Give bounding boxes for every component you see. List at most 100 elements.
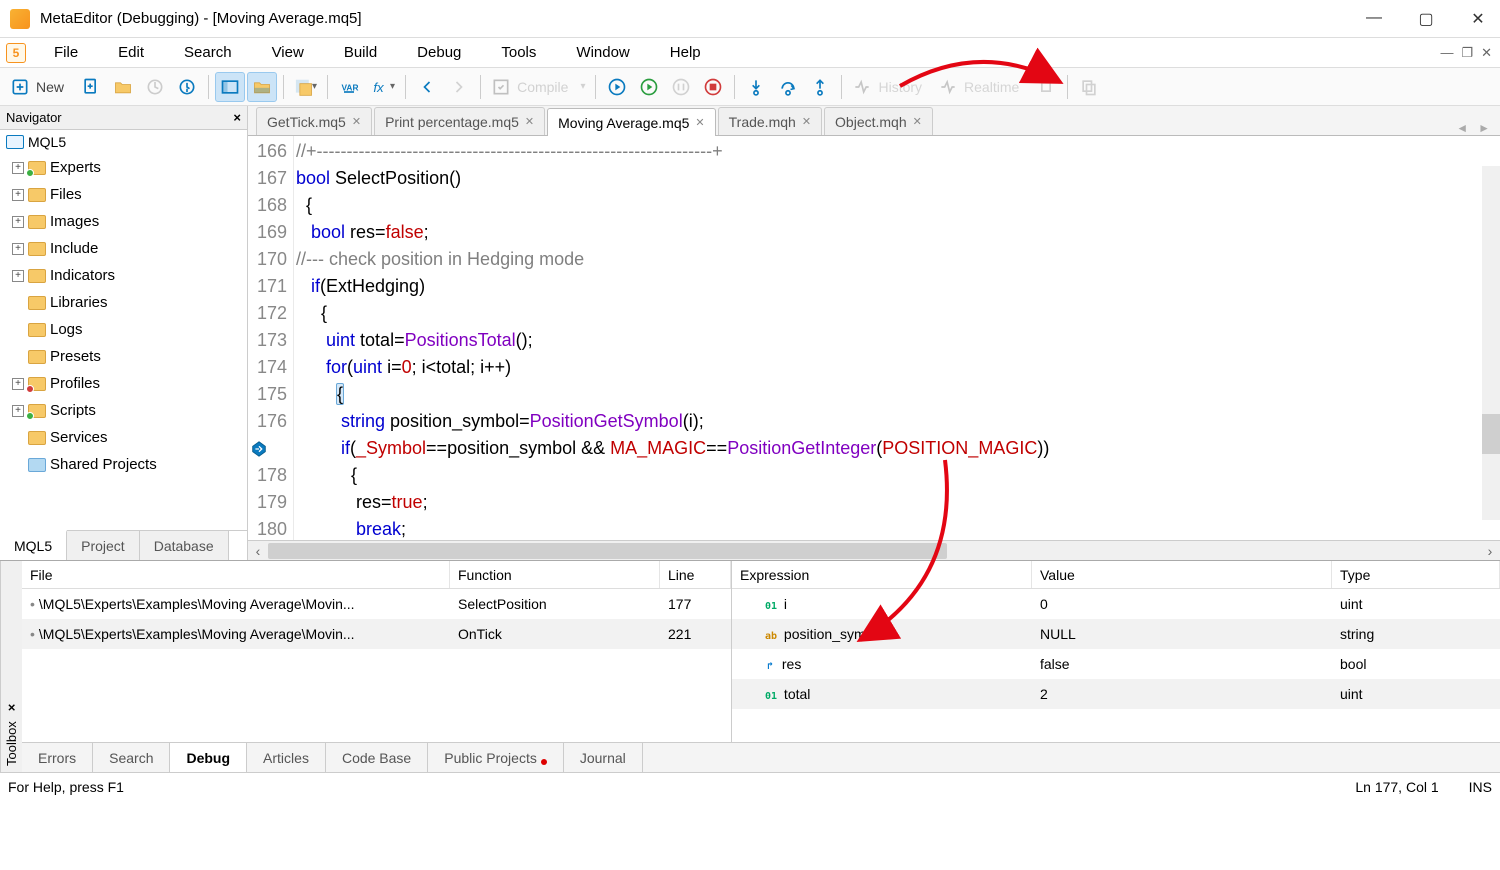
menu-help[interactable]: Help [650,40,721,65]
toolbox-tab-errors[interactable]: Errors [22,743,93,772]
mdi-minimize-button[interactable]: — [1440,45,1453,61]
toolbox-tab-search[interactable]: Search [93,743,170,772]
debug-stop-button[interactable] [698,72,728,102]
line-number[interactable]: 179 [248,489,287,516]
navigator-root[interactable]: MQL5 [0,130,247,154]
toolbox-tab-journal[interactable]: Journal [564,743,643,772]
expand-icon[interactable]: + [12,405,24,417]
open-button[interactable] [108,72,138,102]
watch-row[interactable]: ↱ resfalsebool [732,649,1500,679]
app-menu-icon[interactable]: 5 [6,43,26,63]
nav-tab-mql5[interactable]: MQL5 [0,530,67,560]
line-number[interactable]: 180 [248,516,287,540]
code-line[interactable]: if(_Symbol==position_symbol && MA_MAGIC=… [296,435,1500,462]
editor-tab[interactable]: Object.mqh✕ [824,107,933,135]
col-function[interactable]: Function [450,561,660,588]
line-number[interactable]: 171 [248,273,287,300]
tree-item-libraries[interactable]: Libraries [2,289,247,316]
editor-vertical-scrollbar[interactable] [1482,166,1500,520]
editor-tab[interactable]: Moving Average.mq5✕ [547,108,715,136]
line-gutter[interactable]: 1661671681691701711721731741751761781791… [248,136,294,540]
expand-icon[interactable]: + [12,216,24,228]
menu-view[interactable]: View [252,40,324,65]
callstack-row[interactable]: •\MQL5\Experts\Examples\Moving Average\M… [22,589,731,619]
scroll-left-button[interactable]: ‹ [248,543,268,559]
tabs-scroll-left[interactable]: ◄ [1456,121,1468,135]
tab-close-icon[interactable]: ✕ [802,115,811,128]
close-button[interactable]: ✕ [1466,9,1490,29]
maximize-button[interactable]: ▢ [1414,9,1438,29]
tab-close-icon[interactable]: ✕ [913,115,922,128]
line-number[interactable]: 176 [248,408,287,435]
col-line[interactable]: Line [660,561,731,588]
code-line[interactable]: uint total=PositionsTotal(); [296,327,1500,354]
new-button[interactable]: New [6,72,74,102]
tree-item-experts[interactable]: +Experts [2,154,247,181]
profile-realtime-button[interactable]: Realtime [934,72,1029,102]
minimize-button[interactable]: — [1362,9,1386,29]
expand-icon[interactable]: + [12,189,24,201]
line-number[interactable]: 169 [248,219,287,246]
nav-forward-button[interactable] [444,72,474,102]
toolbox-close-button[interactable]: × [4,700,19,715]
save-all-button[interactable] [172,72,202,102]
toolbox-side-label[interactable]: Toolbox × [0,561,22,772]
function-button[interactable]: fx▾ [366,72,399,102]
code-line[interactable]: string position_symbol=PositionGetSymbol… [296,408,1500,435]
callstack-row[interactable]: •\MQL5\Experts\Examples\Moving Average\M… [22,619,731,649]
code-editor[interactable]: 1661671681691701711721731741751761781791… [248,136,1500,540]
code-line[interactable]: for(uint i=0; i<total; i++) [296,354,1500,381]
toolbox-tab-articles[interactable]: Articles [247,743,326,772]
code-line[interactable]: bool SelectPosition() [296,165,1500,192]
terminal-button[interactable]: ▾ [290,72,321,102]
nav-tab-project[interactable]: Project [67,531,140,560]
tree-item-files[interactable]: +Files [2,181,247,208]
menu-tools[interactable]: Tools [481,40,556,65]
code-line[interactable]: { [296,192,1500,219]
code-line[interactable]: { [296,462,1500,489]
toolbox-tab-code-base[interactable]: Code Base [326,743,428,772]
mdi-close-button[interactable]: ✕ [1481,45,1492,61]
line-number[interactable]: 166 [248,138,287,165]
profile-history-button[interactable]: History [848,72,932,102]
code-line[interactable]: //--- check position in Hedging mode [296,246,1500,273]
expand-icon[interactable]: + [12,243,24,255]
expand-icon[interactable]: + [12,162,24,174]
expand-icon[interactable]: + [12,270,24,282]
editor-horizontal-scrollbar[interactable]: ‹ › [248,540,1500,560]
breakpoint-current-icon[interactable] [248,435,287,462]
tree-item-profiles[interactable]: +Profiles [2,370,247,397]
expand-icon[interactable]: + [12,378,24,390]
watch-row[interactable]: ab position_symbolNULLstring [732,619,1500,649]
profile-stop-button[interactable] [1031,72,1061,102]
step-out-button[interactable] [805,72,835,102]
code-line[interactable]: res=true; [296,489,1500,516]
compile-button[interactable]: Compile▾ [487,72,589,102]
toolbox-tab-public-projects[interactable]: Public Projects [428,743,564,772]
navigator-close-button[interactable]: × [233,110,241,125]
code-line[interactable]: if(ExtHedging) [296,273,1500,300]
tree-item-shared-projects[interactable]: Shared Projects [2,451,247,478]
tab-close-icon[interactable]: ✕ [695,116,704,129]
line-number[interactable]: 168 [248,192,287,219]
tree-item-services[interactable]: Services [2,424,247,451]
debug-start-button[interactable] [634,72,664,102]
editor-tab[interactable]: Print percentage.mq5✕ [374,107,545,135]
code-line[interactable]: { [296,300,1500,327]
step-over-button[interactable] [773,72,803,102]
watch-row[interactable]: 01 i0uint [732,589,1500,619]
code-line[interactable]: //+-------------------------------------… [296,138,1500,165]
nav-tab-database[interactable]: Database [140,531,229,560]
tree-item-include[interactable]: +Include [2,235,247,262]
code-line[interactable]: { [296,381,1500,408]
nav-back-button[interactable] [412,72,442,102]
menu-file[interactable]: File [34,40,98,65]
tree-item-images[interactable]: +Images [2,208,247,235]
copy-button[interactable] [1074,72,1104,102]
col-expr[interactable]: Expression [732,561,1032,588]
line-number[interactable]: 175 [248,381,287,408]
editor-tab[interactable]: GetTick.mq5✕ [256,107,372,135]
col-file[interactable]: File [22,561,450,588]
watch-row[interactable]: 01 total2uint [732,679,1500,709]
tree-item-scripts[interactable]: +Scripts [2,397,247,424]
